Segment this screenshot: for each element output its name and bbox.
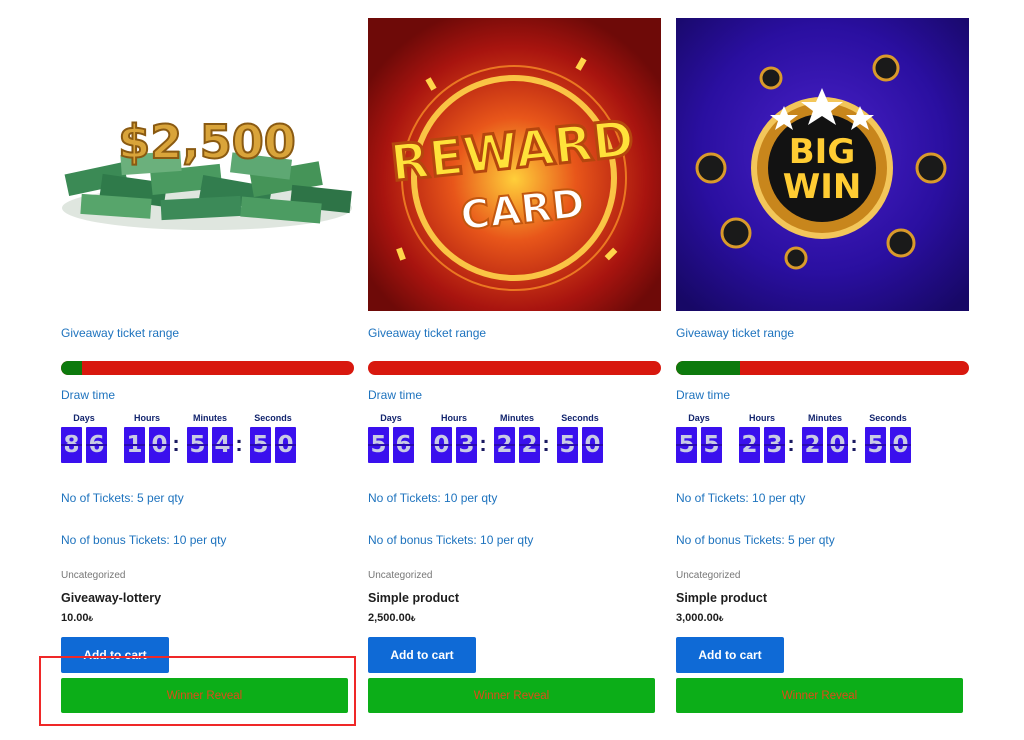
product-title[interactable]: Simple product bbox=[676, 591, 767, 605]
tickets-per-qty[interactable]: No of Tickets: 10 per qty bbox=[368, 491, 497, 505]
ticket-range-link[interactable]: Giveaway ticket range bbox=[61, 326, 179, 340]
ticket-range-link[interactable]: Giveaway ticket range bbox=[676, 326, 794, 340]
countdown-digit: 0 bbox=[431, 427, 452, 463]
product-card: REWARD CARD Giveaway ticket range Draw t… bbox=[368, 18, 662, 728]
svg-text:WIN: WIN bbox=[783, 167, 862, 207]
countdown-separator: : bbox=[235, 431, 243, 456]
progress-fill bbox=[61, 361, 82, 375]
countdown-digit: 5 bbox=[250, 427, 271, 463]
countdown-seconds-label: Seconds bbox=[869, 413, 907, 423]
countdown-hours-label: Hours bbox=[440, 413, 467, 423]
product-category[interactable]: Uncategorized bbox=[61, 570, 125, 581]
countdown-digit: 2 bbox=[519, 427, 540, 463]
winner-reveal-button[interactable]: Winner Reveal bbox=[676, 678, 963, 713]
product-title[interactable]: Giveaway-lottery bbox=[61, 591, 161, 605]
currency-symbol: ₺ bbox=[718, 616, 724, 623]
countdown-digit: 6 bbox=[393, 427, 414, 463]
product-price: 2,500.00₺ bbox=[368, 612, 415, 624]
svg-text:BIG: BIG bbox=[789, 132, 855, 172]
draw-time-label: Draw time bbox=[61, 388, 116, 402]
countdown-separator: : bbox=[542, 431, 550, 456]
countdown-digit: 0 bbox=[890, 427, 911, 463]
tickets-per-qty[interactable]: No of Tickets: 10 per qty bbox=[676, 491, 805, 505]
product-price: 10.00₺ bbox=[61, 612, 93, 624]
progress-fill bbox=[676, 361, 741, 375]
countdown-timer: Days Hours Minutes Seconds 5 5 2 3 : 2 0… bbox=[676, 413, 916, 465]
countdown-days-label: Days bbox=[73, 413, 95, 423]
product-image[interactable]: $2,500 bbox=[61, 18, 354, 311]
product-card: BIG WIN Giveaway ticket range Draw time … bbox=[676, 18, 970, 728]
countdown-days-label: Days bbox=[380, 413, 402, 423]
winner-reveal-button[interactable]: Winner Reveal bbox=[61, 678, 348, 713]
countdown-digit: 6 bbox=[86, 427, 107, 463]
countdown-minutes-label: Minutes bbox=[807, 413, 842, 423]
add-to-cart-button[interactable]: Add to cart bbox=[61, 637, 169, 673]
countdown-digit: 3 bbox=[764, 427, 785, 463]
countdown-digit: 0 bbox=[582, 427, 603, 463]
countdown-separator: : bbox=[172, 431, 180, 456]
currency-symbol: ₺ bbox=[88, 616, 93, 623]
countdown-hours-label: Hours bbox=[748, 413, 775, 423]
countdown-digit: 5 bbox=[676, 427, 697, 463]
countdown-digit: 5 bbox=[557, 427, 578, 463]
countdown-digit: 8 bbox=[61, 427, 82, 463]
countdown-digit: 5 bbox=[701, 427, 722, 463]
bonus-tickets-per-qty[interactable]: No of bonus Tickets: 5 per qty bbox=[676, 533, 835, 547]
progress-bar bbox=[676, 361, 969, 375]
countdown-digit: 3 bbox=[456, 427, 477, 463]
countdown-timer: Days Hours Minutes Seconds 5 6 0 3 : 2 2… bbox=[368, 413, 608, 465]
product-price: 3,000.00₺ bbox=[676, 612, 723, 624]
countdown-digit: 2 bbox=[494, 427, 515, 463]
product-title[interactable]: Simple product bbox=[368, 591, 459, 605]
add-to-cart-button[interactable]: Add to cart bbox=[368, 637, 476, 673]
draw-time-label: Draw time bbox=[368, 388, 423, 402]
price-amount: 10.00 bbox=[61, 612, 89, 624]
countdown-hours-label: Hours bbox=[133, 413, 160, 423]
countdown-separator: : bbox=[787, 431, 795, 456]
progress-bar bbox=[61, 361, 354, 375]
countdown-minutes-label: Minutes bbox=[499, 413, 534, 423]
ticket-range-link[interactable]: Giveaway ticket range bbox=[368, 326, 486, 340]
tickets-per-qty[interactable]: No of Tickets: 5 per qty bbox=[61, 491, 184, 505]
price-amount: 2,500.00 bbox=[368, 612, 411, 624]
product-card: $2,500 Giveaway ticket range Draw time D… bbox=[61, 18, 355, 728]
countdown-digit: 5 bbox=[187, 427, 208, 463]
countdown-digit: 2 bbox=[802, 427, 823, 463]
countdown-digit: 1 bbox=[124, 427, 145, 463]
countdown-separator: : bbox=[479, 431, 487, 456]
countdown-days-label: Days bbox=[688, 413, 710, 423]
countdown-digit: 0 bbox=[149, 427, 170, 463]
countdown-minutes-label: Minutes bbox=[192, 413, 227, 423]
countdown-seconds-label: Seconds bbox=[254, 413, 292, 423]
countdown-separator: : bbox=[850, 431, 858, 456]
bonus-tickets-per-qty[interactable]: No of bonus Tickets: 10 per qty bbox=[368, 533, 533, 547]
bonus-tickets-per-qty[interactable]: No of bonus Tickets: 10 per qty bbox=[61, 533, 226, 547]
product-category[interactable]: Uncategorized bbox=[676, 570, 740, 581]
product-image[interactable]: REWARD CARD bbox=[368, 18, 661, 311]
currency-symbol: ₺ bbox=[410, 616, 416, 623]
image-price-text: $2,500 bbox=[118, 115, 296, 169]
price-amount: 3,000.00 bbox=[676, 612, 719, 624]
countdown-digit: 5 bbox=[368, 427, 389, 463]
product-category[interactable]: Uncategorized bbox=[368, 570, 432, 581]
countdown-digit: 5 bbox=[865, 427, 886, 463]
countdown-digit: 4 bbox=[212, 427, 233, 463]
countdown-seconds-label: Seconds bbox=[561, 413, 599, 423]
countdown-digit: 0 bbox=[275, 427, 296, 463]
countdown-digit: 2 bbox=[739, 427, 760, 463]
add-to-cart-button[interactable]: Add to cart bbox=[676, 637, 784, 673]
winner-reveal-button[interactable]: Winner Reveal bbox=[368, 678, 655, 713]
draw-time-label: Draw time bbox=[676, 388, 731, 402]
product-image[interactable]: BIG WIN bbox=[676, 18, 969, 311]
progress-bar bbox=[368, 361, 661, 375]
countdown-digit: 0 bbox=[827, 427, 848, 463]
countdown-timer: Days Hours Minutes Seconds 8 6 1 0 : 5 4… bbox=[61, 413, 301, 465]
